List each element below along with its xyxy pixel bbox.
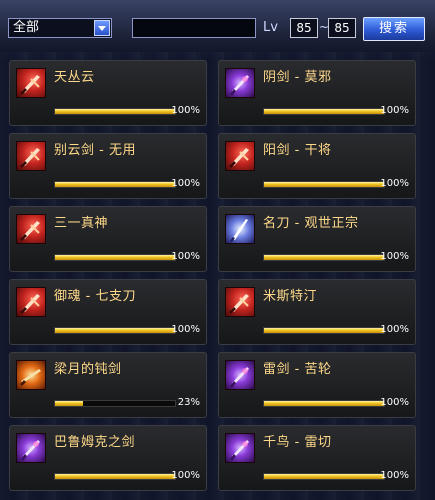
- red-sword-icon: [16, 141, 46, 171]
- item-name: 天丛云: [54, 70, 95, 85]
- progress-bar: [263, 400, 385, 407]
- search-button[interactable]: 搜索: [363, 17, 425, 41]
- red-slash-icon: [16, 68, 46, 98]
- level-min-input[interactable]: 85: [290, 18, 318, 38]
- item-card[interactable]: 三一真神 100%: [9, 206, 207, 272]
- item-card[interactable]: 御魂 - 七支刀 100%: [9, 279, 207, 345]
- chevron-down-icon[interactable]: [94, 20, 110, 36]
- progress-bar: [263, 108, 385, 115]
- item-card[interactable]: 阳剑 - 干将 100%: [218, 133, 416, 199]
- progress-bar: [54, 108, 176, 115]
- purple-sword-icon: [16, 433, 46, 463]
- progress-bar-fill: [264, 182, 384, 187]
- level-max-input[interactable]: 85: [328, 18, 356, 38]
- search-input[interactable]: [132, 18, 256, 38]
- level-label: Lv: [263, 20, 278, 35]
- item-card[interactable]: 天丛云 100%: [9, 60, 207, 126]
- item-name: 雷剑 - 苦轮: [263, 362, 332, 377]
- progress-bar-fill: [264, 474, 384, 479]
- progress-percent: 23%: [177, 397, 200, 408]
- item-name: 别云剑 - 无用: [54, 143, 136, 158]
- red-slash-icon: [16, 214, 46, 244]
- progress-percent: 100%: [380, 397, 409, 408]
- progress-bar-fill: [55, 401, 83, 406]
- progress-bar-fill: [264, 255, 384, 260]
- progress-percent: 100%: [171, 178, 200, 189]
- progress-bar: [54, 473, 176, 480]
- progress-percent: 100%: [171, 251, 200, 262]
- item-name: 米斯特汀: [263, 289, 318, 304]
- progress-bar-fill: [55, 328, 175, 333]
- red-sword-icon: [225, 287, 255, 317]
- type-filter-dropdown[interactable]: 全部: [8, 18, 112, 38]
- orange-sword-icon: [16, 360, 46, 390]
- progress-bar: [263, 254, 385, 261]
- item-card[interactable]: 米斯特汀 100%: [218, 279, 416, 345]
- progress-bar-fill: [264, 109, 384, 114]
- item-card[interactable]: 千鸟 - 雷切 100%: [218, 425, 416, 491]
- item-card[interactable]: 别云剑 - 无用 100%: [9, 133, 207, 199]
- progress-percent: 100%: [171, 470, 200, 481]
- progress-bar-fill: [264, 328, 384, 333]
- item-name: 梁月的钝剑: [54, 362, 122, 377]
- blue-blade-icon: [225, 214, 255, 244]
- item-card[interactable]: 阴剑 - 莫邪 100%: [218, 60, 416, 126]
- progress-bar-fill: [55, 255, 175, 260]
- progress-bar: [263, 473, 385, 480]
- red-sword-icon: [225, 141, 255, 171]
- purple-sword-icon: [225, 68, 255, 98]
- progress-percent: 100%: [380, 178, 409, 189]
- item-name: 千鸟 - 雷切: [263, 435, 332, 450]
- progress-percent: 100%: [171, 324, 200, 335]
- progress-percent: 100%: [380, 324, 409, 335]
- progress-bar: [54, 400, 176, 407]
- purple-sword-icon: [225, 433, 255, 463]
- item-name: 阴剑 - 莫邪: [263, 70, 332, 85]
- progress-percent: 100%: [380, 251, 409, 262]
- item-card[interactable]: 雷剑 - 苦轮 100%: [218, 352, 416, 418]
- blue-sword-icon: [225, 360, 255, 390]
- progress-bar: [54, 327, 176, 334]
- item-name: 三一真神: [54, 216, 109, 231]
- item-name: 名刀 - 观世正宗: [263, 216, 359, 231]
- progress-bar-fill: [55, 182, 175, 187]
- item-card[interactable]: 巴鲁姆克之剑 100%: [9, 425, 207, 491]
- progress-bar: [263, 181, 385, 188]
- item-name: 阳剑 - 干将: [263, 143, 332, 158]
- progress-bar: [263, 327, 385, 334]
- progress-bar: [54, 181, 176, 188]
- item-card[interactable]: 名刀 - 观世正宗 100%: [218, 206, 416, 272]
- progress-percent: 100%: [171, 105, 200, 116]
- progress-percent: 100%: [380, 470, 409, 481]
- progress-percent: 100%: [380, 105, 409, 116]
- item-card[interactable]: 梁月的钝剑 23%: [9, 352, 207, 418]
- item-name: 御魂 - 七支刀: [54, 289, 136, 304]
- progress-bar-fill: [264, 401, 384, 406]
- item-name: 巴鲁姆克之剑: [54, 435, 136, 450]
- progress-bar: [54, 254, 176, 261]
- type-filter-value: 全部: [13, 20, 40, 35]
- progress-bar-fill: [55, 474, 175, 479]
- red-sword-icon: [16, 287, 46, 317]
- progress-bar-fill: [55, 109, 175, 114]
